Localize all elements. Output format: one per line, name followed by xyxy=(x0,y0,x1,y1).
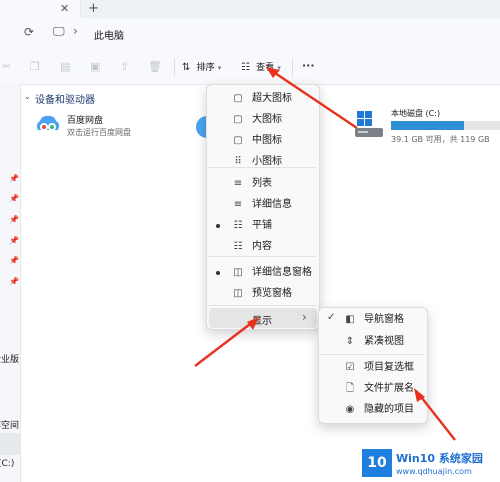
annotation-arrows xyxy=(194,67,456,441)
arrow-to-file-extensions xyxy=(417,392,456,441)
watermark-url: www.qdhuajin.com xyxy=(396,467,472,476)
watermark: 10 Win10 系统家园 www.qdhuajin.com xyxy=(362,447,500,482)
arrow-to-view-button xyxy=(271,70,358,129)
watermark-title: Win10 系统家园 xyxy=(396,452,483,465)
arrow-to-show-item xyxy=(194,320,255,367)
watermark-logo: 10 xyxy=(362,449,392,477)
arrow-head xyxy=(247,317,259,330)
